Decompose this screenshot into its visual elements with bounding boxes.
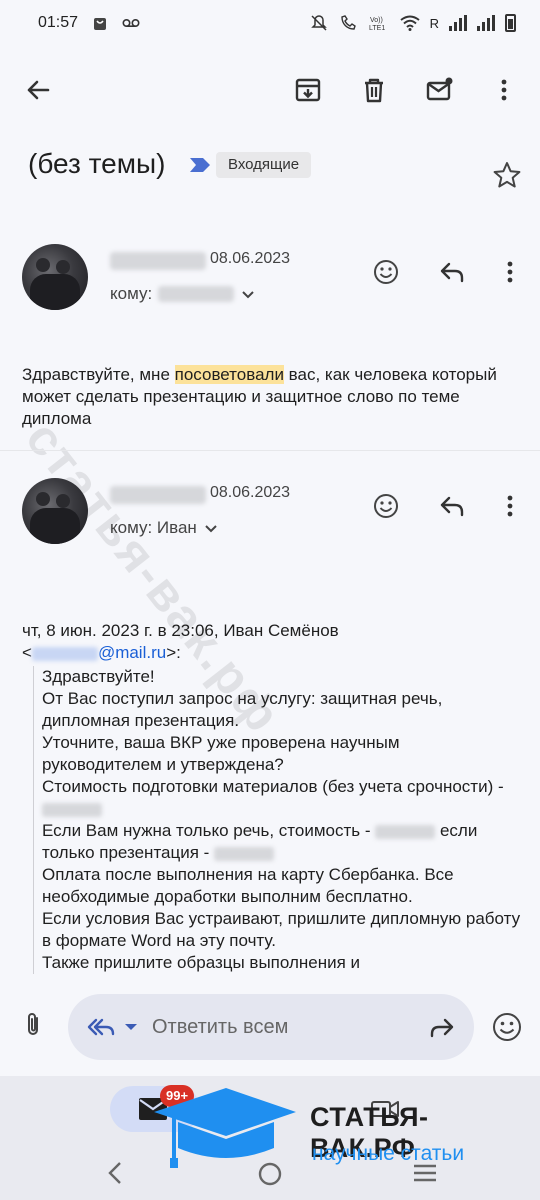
more-vertical-icon xyxy=(507,261,513,283)
wifi-calling-icon xyxy=(340,15,356,30)
reply-button[interactable] xyxy=(432,252,472,292)
highlighted-text: посоветовали xyxy=(174,365,284,384)
react-emoji-button[interactable] xyxy=(366,486,406,526)
speech-price-label: Если Вам нужна только речь, стоимость - xyxy=(42,821,371,840)
quote-line: Если условия Вас устраивают, пришлите ди… xyxy=(42,909,521,950)
logo-subtitle: научные статьи xyxy=(312,1142,465,1165)
wifi-icon xyxy=(399,15,420,31)
star-icon[interactable] xyxy=(492,160,522,190)
subject-row: (без темы) Входящие xyxy=(0,146,540,206)
message-body-1: Здравствуйте, мне посоветовали вас, как … xyxy=(22,364,522,430)
more-vertical-icon xyxy=(507,495,513,517)
react-emoji-button[interactable] xyxy=(366,252,406,292)
status-time: 01:57 xyxy=(38,14,79,31)
mark-unread-button[interactable] xyxy=(418,68,462,112)
sender-name-redacted xyxy=(110,486,206,504)
message-header-2[interactable]: 08.06.2023 кому: Иван xyxy=(0,478,540,558)
quote-line: Здравствуйте! xyxy=(42,667,155,686)
message-date: 08.06.2023 xyxy=(210,250,291,267)
more-vertical-icon xyxy=(501,79,507,101)
sender-avatar[interactable] xyxy=(22,478,88,544)
shopping-bag-icon xyxy=(94,18,107,30)
voicemail-icon xyxy=(122,18,140,28)
to-label: кому: xyxy=(110,284,153,303)
reply-icon xyxy=(440,262,464,283)
svg-text:Vo)): Vo)) xyxy=(370,17,383,24)
quote-line-price: Стоимость подготовки материалов (без уче… xyxy=(42,776,523,820)
presentation-price-redacted xyxy=(214,846,275,861)
top-toolbar xyxy=(0,62,540,118)
archive-button[interactable] xyxy=(286,68,330,112)
arrow-left-icon xyxy=(27,80,50,100)
email-bracket-close: >: xyxy=(166,643,181,662)
recipient-redacted xyxy=(158,286,235,302)
quote-line: Оплата после выполнения на карту Сбербан… xyxy=(42,865,454,906)
to-label: кому: Иван xyxy=(110,518,197,537)
email-bracket-open: < xyxy=(22,643,32,662)
quote-header: чт, 8 июн. 2023 г. в 23:06, Иван Семёнов… xyxy=(22,620,522,664)
quote-email-line: < @mail.ru>: xyxy=(22,642,522,664)
reply-placeholder[interactable]: Ответить всем xyxy=(152,1016,426,1039)
quote-line: Также пришлите образцы выполнения и xyxy=(42,953,361,972)
paperclip-icon[interactable] xyxy=(18,1010,48,1040)
reply-bar: Ответить всем xyxy=(0,986,540,1070)
sender-avatar[interactable] xyxy=(22,244,88,310)
message-header-1[interactable]: 08.06.2023 кому: xyxy=(0,244,540,324)
chevron-down-icon[interactable] xyxy=(240,286,256,302)
message-date: 08.06.2023 xyxy=(210,484,291,501)
svg-text:LTE1: LTE1 xyxy=(369,25,385,32)
email-local-redacted xyxy=(31,646,98,661)
site-logo: СТАТЬЯ-ВАК.РФ научные статьи xyxy=(150,1086,530,1176)
chevron-down-icon[interactable] xyxy=(203,520,219,536)
sender-name-redacted xyxy=(110,252,206,270)
message-more-button[interactable] xyxy=(490,252,530,292)
signal-icon-2 xyxy=(477,15,495,31)
mail-unread-icon xyxy=(426,77,453,101)
quote-line-speech-price: Если Вам нужна только речь, стоимость - … xyxy=(42,820,523,842)
mute-icon xyxy=(310,15,327,31)
message-divider xyxy=(0,450,540,451)
volte-icon: Vo))LTE1 xyxy=(369,17,385,32)
price-redacted xyxy=(42,802,102,817)
recipient-row[interactable]: кому: Иван xyxy=(110,518,219,538)
reply-all-field[interactable]: Ответить всем xyxy=(68,994,474,1060)
email-domain-link[interactable]: @mail.ru xyxy=(98,643,166,662)
speech-price-redacted xyxy=(375,824,436,839)
important-marker-icon[interactable] xyxy=(188,156,212,174)
reply-button[interactable] xyxy=(432,486,472,526)
quote-line-presentation-price: только презентация - xyxy=(42,842,523,864)
more-options-button[interactable] xyxy=(482,68,526,112)
presentation-price-label: только презентация - xyxy=(42,843,210,862)
signal-icon xyxy=(449,15,467,31)
quote-header-line: чт, 8 июн. 2023 г. в 23:06, Иван Семёнов xyxy=(22,621,339,640)
reply-icon xyxy=(440,496,464,517)
status-bar: 01:57 Vo)) LTE1 R xyxy=(0,0,540,46)
reply-all-icon[interactable] xyxy=(86,1012,116,1042)
price-label: Стоимость подготовки материалов (без уче… xyxy=(42,777,504,796)
speech-price-tail: если xyxy=(439,821,478,840)
quote-line: От Вас поступил запрос на услугу: защитн… xyxy=(42,689,443,730)
carrier-label: R xyxy=(429,15,439,31)
email-subject: (без темы) xyxy=(28,148,166,179)
archive-icon xyxy=(295,78,321,102)
delete-button[interactable] xyxy=(352,68,396,112)
forward-icon[interactable] xyxy=(426,1012,456,1042)
trash-icon xyxy=(365,78,383,103)
back-button[interactable] xyxy=(16,68,60,112)
nav-back-icon[interactable] xyxy=(104,1160,126,1186)
graduation-cap-icon xyxy=(154,1088,296,1168)
battery-icon xyxy=(505,14,516,32)
smiley-icon xyxy=(374,494,398,518)
body-text: Здравствуйте, мне xyxy=(22,365,175,384)
smiley-icon xyxy=(374,260,398,284)
quoted-message: Здравствуйте! От Вас поступил запрос на … xyxy=(33,666,523,974)
recipient-row[interactable]: кому: xyxy=(110,284,256,304)
quote-line: Уточните, ваша ВКР уже проверена научным… xyxy=(42,733,400,774)
smiley-icon[interactable] xyxy=(490,1010,524,1044)
inbox-label-chip[interactable]: Входящие xyxy=(216,152,312,178)
caret-down-icon[interactable] xyxy=(122,1018,140,1036)
message-more-button[interactable] xyxy=(490,486,530,526)
